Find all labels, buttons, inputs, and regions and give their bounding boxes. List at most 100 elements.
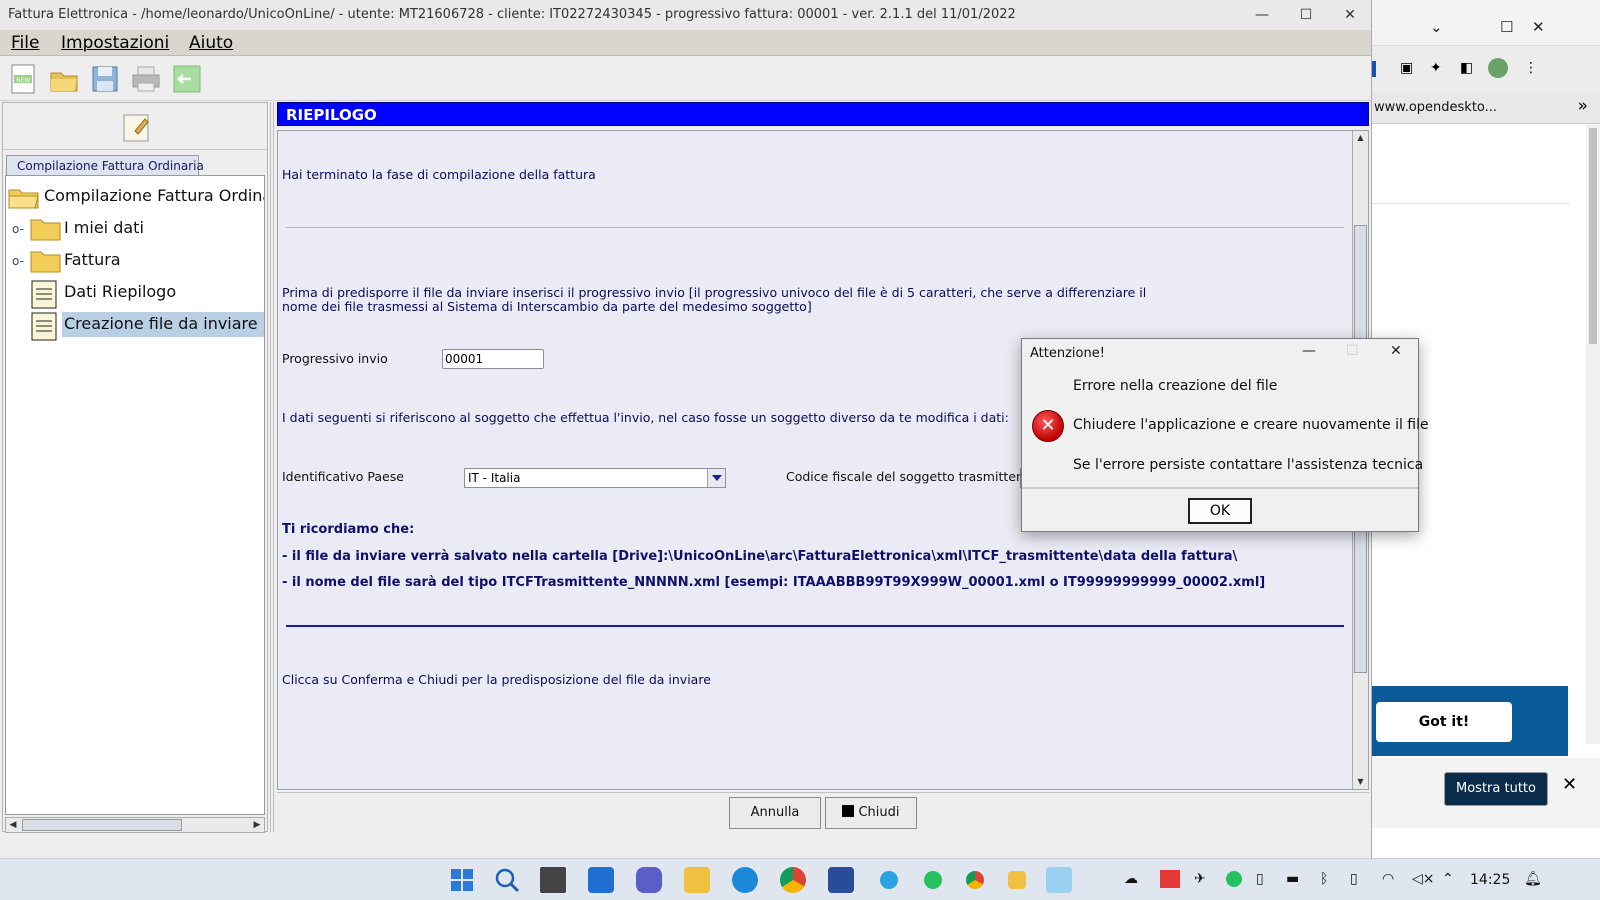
- window-title: Fattura Elettronica - /home/leonardo/Uni…: [8, 7, 1016, 22]
- new-document-icon[interactable]: NEW: [8, 63, 40, 95]
- scroll-up-icon[interactable]: ▲: [1353, 131, 1368, 145]
- folder-open-icon: [8, 184, 40, 214]
- whatsapp-tray-icon[interactable]: [1226, 871, 1242, 887]
- widgets-icon[interactable]: [588, 867, 614, 893]
- browser-maximize-button[interactable]: ☐: [1500, 18, 1513, 36]
- panel-splitter[interactable]: [268, 102, 276, 832]
- telegram-icon[interactable]: [880, 871, 898, 889]
- browser-close-button[interactable]: ✕: [1532, 18, 1545, 36]
- bookmarks-more-button[interactable]: »: [1578, 96, 1588, 116]
- search-icon[interactable]: [494, 867, 520, 893]
- download-bar-close-icon[interactable]: ✕: [1562, 774, 1577, 795]
- print-icon[interactable]: [130, 63, 162, 95]
- telegram-tray-icon[interactable]: ✈: [1194, 871, 1206, 887]
- scroll-down-icon[interactable]: ▼: [1353, 775, 1368, 789]
- browser-scroll-thumb[interactable]: [1589, 128, 1597, 344]
- scroll-thumb[interactable]: [22, 819, 182, 831]
- bookmark-link[interactable]: www.opendeskto...: [1374, 100, 1497, 115]
- chrome-small-icon[interactable]: [966, 871, 984, 889]
- cookie-banner: Got it!: [1372, 686, 1568, 756]
- dialog-message-2: Chiudere l'applicazione e creare nuovame…: [1073, 417, 1429, 433]
- clock[interactable]: 14:25: [1470, 872, 1510, 888]
- separator-blue: [286, 625, 1344, 627]
- app-g-icon[interactable]: [1046, 867, 1072, 893]
- scroll-right-icon[interactable]: ▶: [250, 818, 264, 832]
- cast-icon[interactable]: ▣: [1400, 60, 1413, 76]
- tree-horizontal-scrollbar[interactable]: ◀ ▶: [5, 817, 265, 833]
- anydesk-icon[interactable]: [1160, 870, 1180, 888]
- intro-text: Hai terminato la fase di compilazione de…: [282, 167, 596, 182]
- error-dialog: Attenzione! — ☐ ✕ Errore nella creazione…: [1021, 338, 1429, 532]
- menu-aiuto[interactable]: Aiuto: [189, 33, 233, 53]
- show-all-button[interactable]: Mostra tutto: [1444, 772, 1548, 806]
- clipboard-icon[interactable]: ▯: [1256, 871, 1264, 887]
- edge-icon[interactable]: [732, 867, 758, 893]
- dialog-close-button[interactable]: ✕: [1390, 343, 1402, 359]
- menu-dots-icon[interactable]: ⋮: [1524, 60, 1538, 76]
- progressivo-label: Progressivo invio: [282, 351, 388, 366]
- windows-start-icon[interactable]: [449, 867, 475, 893]
- paese-select[interactable]: IT - Italia: [464, 468, 726, 488]
- dialog-title: Attenzione!: [1030, 346, 1105, 361]
- separator: [286, 227, 1344, 228]
- dialog-minimize-button[interactable]: —: [1302, 343, 1316, 359]
- reminder-title: Ti ricordiamo che:: [282, 522, 415, 537]
- reminder-line-2: - il nome del file sarà del tipo ITCFTra…: [282, 575, 1266, 590]
- toolbar: NEW: [0, 57, 1371, 101]
- chevron-down-icon[interactable]: [707, 469, 725, 487]
- bluetooth-icon[interactable]: ᛒ: [1320, 871, 1328, 887]
- navigation-panel: Compilazione Fattura Ordinaria Compilazi…: [2, 102, 268, 833]
- tree-item-label: I miei dati: [64, 218, 144, 237]
- puzzle-icon[interactable]: ✦: [1430, 60, 1442, 76]
- expand-handle-icon[interactable]: o-: [12, 254, 24, 268]
- page-title: RIEPILOGO: [277, 102, 1369, 126]
- dialog-message-1: Errore nella creazione del file: [1073, 378, 1278, 394]
- window-titlebar: Fattura Elettronica - /home/leonardo/Uni…: [0, 0, 1371, 30]
- python-icon[interactable]: [828, 867, 854, 893]
- chiudi-label: Chiudi: [858, 805, 900, 820]
- expand-handle-icon[interactable]: o-: [12, 222, 24, 236]
- browser-titlebar: [1372, 0, 1600, 46]
- navigation-tree: Compilazione Fattura Ordinar o- I miei d…: [5, 175, 265, 815]
- notifications-icon[interactable]: 🔔︎: [1524, 871, 1542, 887]
- got-it-button[interactable]: Got it!: [1376, 702, 1512, 742]
- usb-icon[interactable]: ▯: [1350, 871, 1358, 887]
- whatsapp-icon[interactable]: [924, 871, 942, 889]
- edit-document-icon[interactable]: [121, 111, 151, 143]
- chevron-up-icon[interactable]: ⌃: [1442, 871, 1454, 887]
- maximize-button[interactable]: ☐: [1286, 4, 1326, 26]
- chrome-icon[interactable]: [780, 867, 806, 893]
- wifi-icon[interactable]: ◠: [1382, 871, 1394, 887]
- folder-icon: [30, 216, 62, 246]
- sidebar-icon[interactable]: ◧: [1460, 60, 1473, 76]
- tab-compilazione-fattura[interactable]: Compilazione Fattura Ordinaria: [6, 155, 204, 176]
- open-folder-icon[interactable]: [48, 63, 80, 95]
- browser-tab-search-button[interactable]: ⌄: [1430, 18, 1443, 36]
- ok-button[interactable]: OK: [1188, 498, 1252, 524]
- progressivo-invio-input[interactable]: 00001: [442, 349, 544, 369]
- menu-impostazioni[interactable]: Impostazioni: [61, 33, 169, 53]
- paese-label: Identificativo Paese: [282, 469, 404, 484]
- scroll-left-icon[interactable]: ◀: [6, 818, 20, 832]
- volume-muted-icon[interactable]: ◁×: [1412, 871, 1435, 887]
- browser-toolbar: ▣ ✦ ◧ ⋮: [1372, 46, 1600, 92]
- save-icon[interactable]: [89, 63, 121, 95]
- minimize-button[interactable]: —: [1242, 4, 1282, 26]
- file-explorer-icon[interactable]: [684, 867, 710, 893]
- browser-scrollbar[interactable]: [1586, 124, 1600, 744]
- folder-small-icon[interactable]: [1008, 871, 1026, 889]
- profile-avatar[interactable]: [1488, 58, 1508, 78]
- exit-icon[interactable]: [171, 63, 203, 95]
- tree-item-label: Dati Riepilogo: [64, 282, 177, 301]
- annulla-button[interactable]: Annulla: [729, 797, 821, 829]
- battery-app-icon[interactable]: ▬: [1286, 871, 1299, 887]
- task-view-icon[interactable]: [540, 867, 566, 893]
- close-button[interactable]: ✕: [1330, 4, 1370, 26]
- menu-file[interactable]: File: [11, 33, 39, 53]
- onedrive-icon[interactable]: ☁: [1124, 871, 1138, 887]
- dialog-message-3: Se l'errore persiste contattare l'assist…: [1073, 457, 1424, 473]
- teams-icon[interactable]: [636, 867, 662, 893]
- chiudi-button[interactable]: Chiudi: [825, 797, 917, 829]
- dialog-body: Errore nella creazione del file ✕ Chiude…: [1022, 369, 1429, 485]
- extension-icon[interactable]: [1372, 61, 1376, 77]
